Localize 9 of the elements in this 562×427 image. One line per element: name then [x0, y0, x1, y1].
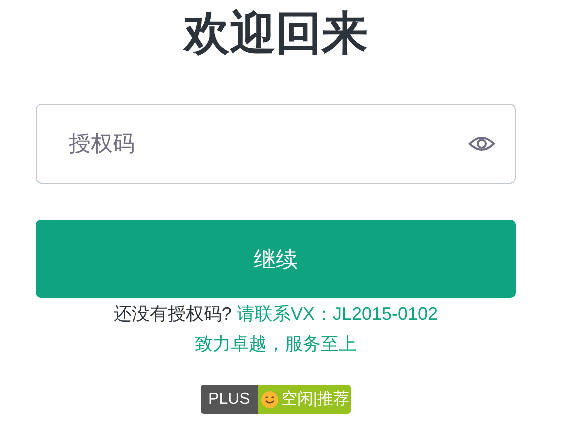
smiley-icon — [261, 390, 280, 409]
no-code-prompt: 还没有授权码? — [114, 304, 232, 324]
contact-link[interactable]: 请联系VX：JL2015-0102 — [236, 304, 438, 324]
auth-code-field[interactable]: 授权码 — [36, 104, 516, 184]
continue-button[interactable]: 继续 — [36, 220, 516, 298]
plus-badge: PLUS — [200, 385, 258, 414]
status-badge: 空闲|推荐 — [258, 385, 352, 414]
slogan-text: 致力卓越，服务至上 — [195, 334, 357, 354]
page-title: 欢迎回来 — [182, 10, 369, 56]
